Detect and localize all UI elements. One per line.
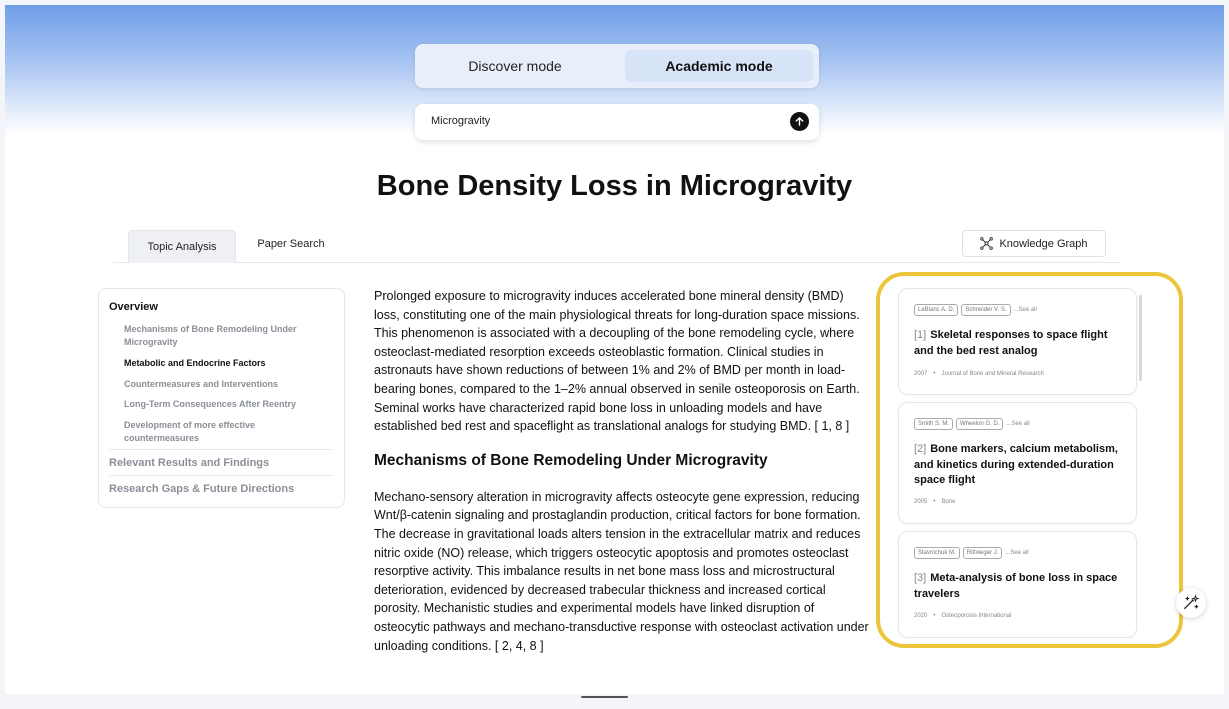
toc-overview[interactable]: Overview — [109, 301, 158, 313]
section-heading: Mechanisms of Bone Remodeling Under Micr… — [374, 451, 768, 469]
reference-journal: Journal of Bone and Mineral Research — [941, 371, 1044, 377]
author-chip[interactable]: LeBlanc A. D. — [914, 304, 959, 316]
intro-paragraph: Prolonged exposure to microgravity induc… — [374, 289, 860, 434]
search-input[interactable]: Microgravity — [415, 104, 819, 140]
search-value: Microgravity — [431, 115, 491, 127]
reference-title-text: Bone markers, calcium metabolism, and ki… — [914, 443, 1118, 486]
reference-number: [2] — [914, 443, 927, 455]
toc-divider — [109, 475, 332, 476]
reference-journal: Osteoporosis International — [941, 613, 1012, 619]
article-body: Prolonged exposure to microgravity induc… — [374, 287, 872, 655]
section-paragraph: Mechano-sensory alteration in microgravi… — [374, 489, 869, 653]
author-list: Stavnichuk M. Rittweger J. ...See all — [914, 547, 1029, 559]
toc-item[interactable]: Development of more effective countermea… — [124, 419, 309, 445]
reference-card[interactable]: Stavnichuk M. Rittweger J. ...See all [3… — [898, 531, 1137, 638]
reference-title: [2] Bone markers, calcium metabolism, and… — [914, 442, 1124, 489]
reference-year: 2020 — [914, 613, 928, 619]
discover-mode-button[interactable]: Discover mode — [423, 50, 607, 82]
reference-card[interactable]: Smith S. M. Wheelon G. D. ...See all [2]… — [898, 402, 1137, 524]
author-chip[interactable]: Rittweger J. — [962, 547, 1003, 559]
toc-divider — [109, 449, 332, 450]
reference-title-text: Meta-analysis of bone loss in space trav… — [914, 572, 1118, 600]
tab-topic-analysis[interactable]: Topic Analysis — [128, 230, 236, 263]
see-all-link[interactable]: ...See all — [1014, 307, 1037, 313]
arrow-up-icon — [795, 117, 804, 126]
reference-title-text: Skeletal responses to space flight and t… — [914, 329, 1108, 357]
reference-title: [1] Skeletal responses to space flight an… — [914, 328, 1124, 359]
app-frame: Discover mode Academic mode Microgravity… — [5, 5, 1224, 694]
author-list: Smith S. M. Wheelon G. D. ...See all — [914, 418, 1030, 430]
references-scrollbar[interactable] — [1139, 295, 1142, 381]
reference-meta: 2005 • Bone — [914, 499, 956, 505]
reference-title: [3] Meta-analysis of bone loss in space t… — [914, 571, 1124, 602]
author-list: LeBlanc A. D. Schneider V. S. ...See all — [914, 304, 1037, 316]
see-all-link[interactable]: ...See all — [1005, 550, 1028, 556]
submit-button[interactable] — [790, 112, 809, 131]
reference-year: 2005 — [914, 499, 928, 505]
table-of-contents: Overview Mechanisms of Bone Remodeling U… — [98, 288, 345, 508]
tab-paper-search[interactable]: Paper Search — [251, 230, 331, 262]
ai-assistant-button[interactable] — [1176, 588, 1206, 618]
academic-mode-button[interactable]: Academic mode — [625, 50, 813, 82]
reference-year: 2007 — [914, 371, 928, 377]
graph-nodes-icon — [980, 237, 994, 250]
toc-item[interactable]: Mechanisms of Bone Remodeling Under Micr… — [124, 323, 309, 349]
toc-item[interactable]: Long-Term Consequences After Reentry — [124, 398, 309, 411]
reference-meta: 2020 • Osteoporosis International — [914, 613, 1012, 619]
reference-journal: Bone — [941, 499, 956, 505]
toc-research-gaps[interactable]: Research Gaps & Future Directions — [109, 483, 294, 495]
knowledge-graph-button[interactable]: Knowledge Graph — [962, 230, 1106, 257]
reference-number: [3] — [914, 572, 927, 584]
author-chip[interactable]: Schneider V. S. — [961, 304, 1011, 316]
author-chip[interactable]: Wheelon G. D. — [956, 418, 1004, 430]
toc-item[interactable]: Countermeasures and Interventions — [124, 378, 309, 391]
reference-number: [1] — [914, 329, 927, 341]
mode-toggle: Discover mode Academic mode — [415, 44, 819, 88]
author-chip[interactable]: Stavnichuk M. — [914, 547, 960, 559]
page-title: Bone Density Loss in Microgravity — [376, 170, 853, 202]
home-indicator — [581, 696, 628, 698]
ai-sparkle-icon — [1184, 594, 1200, 610]
reference-meta: 2007 • Journal of Bone and Mineral Researc… — [914, 371, 1044, 377]
see-all-link[interactable]: ...See all — [1006, 421, 1029, 427]
author-chip[interactable]: Smith S. M. — [914, 418, 954, 430]
toc-item[interactable]: Metabolic and Endocrine Factors — [124, 357, 309, 370]
knowledge-graph-label: Knowledge Graph — [999, 237, 1088, 250]
toc-relevant-results[interactable]: Relevant Results and Findings — [109, 457, 269, 469]
reference-card[interactable]: LeBlanc A. D. Schneider V. S. ...See all… — [898, 288, 1137, 395]
